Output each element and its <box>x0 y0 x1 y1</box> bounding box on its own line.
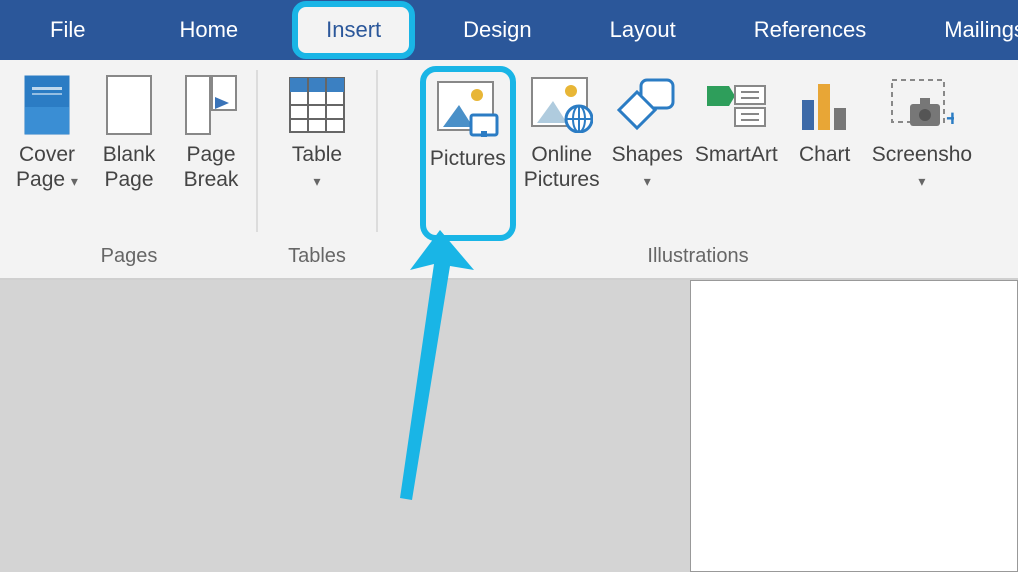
chevron-down-icon: ▾ <box>313 173 320 189</box>
table-label: Table▾ <box>292 142 342 192</box>
group-pages-label: Pages <box>101 241 158 274</box>
online-pictures-label: Online Pictures <box>524 142 600 192</box>
svg-text:+: + <box>946 106 954 131</box>
screenshot-button[interactable]: + Screensho▾ <box>866 66 978 241</box>
tab-file[interactable]: File <box>26 5 109 55</box>
blank-page-icon <box>94 70 164 140</box>
pictures-label: Pictures <box>430 146 506 171</box>
cover-page-button[interactable]: Cover Page ▾ <box>6 66 88 241</box>
tab-home[interactable]: Home <box>155 5 262 55</box>
cover-page-label: Cover Page ▾ <box>16 142 78 192</box>
table-icon <box>282 70 352 140</box>
screenshot-label: Screensho▾ <box>872 142 972 192</box>
online-pictures-button[interactable]: Online Pictures <box>518 66 606 241</box>
ribbon: Cover Page ▾ Blank Page Page Break Pages <box>0 60 1018 280</box>
page-break-label: Page Break <box>184 142 239 192</box>
pictures-icon <box>433 74 503 144</box>
group-tables: Table▾ Tables <box>258 60 376 278</box>
page-break-button[interactable]: Page Break <box>170 66 252 241</box>
chevron-down-icon: ▾ <box>71 173 78 189</box>
tab-insert[interactable]: Insert <box>292 1 415 59</box>
tab-references[interactable]: References <box>730 5 891 55</box>
shapes-icon <box>612 70 682 140</box>
group-pages: Cover Page ▾ Blank Page Page Break Pages <box>0 60 256 278</box>
table-button[interactable]: Table▾ <box>262 66 372 241</box>
online-pictures-icon <box>527 70 597 140</box>
tab-design[interactable]: Design <box>439 5 555 55</box>
pictures-button[interactable]: Pictures <box>420 66 516 241</box>
document-canvas[interactable] <box>690 280 1018 572</box>
page-break-icon <box>176 70 246 140</box>
shapes-button[interactable]: Shapes▾ <box>606 66 689 241</box>
tab-layout[interactable]: Layout <box>586 5 700 55</box>
shapes-label: Shapes▾ <box>612 142 683 192</box>
group-illustrations: Pictures Online Pictures Shapes▾ SmartAr… <box>378 60 1018 278</box>
chart-button[interactable]: Chart <box>784 66 866 241</box>
blank-page-label: Blank Page <box>103 142 156 192</box>
chart-icon <box>790 70 860 140</box>
chart-label: Chart <box>799 142 850 167</box>
blank-page-button[interactable]: Blank Page <box>88 66 170 241</box>
group-tables-label: Tables <box>288 241 346 274</box>
smartart-label: SmartArt <box>695 142 778 167</box>
ribbon-tabs: File Home Insert Design Layout Reference… <box>0 0 1018 60</box>
smartart-icon <box>701 70 771 140</box>
tab-mailings[interactable]: Mailings <box>920 5 1018 55</box>
screenshot-icon: + <box>887 70 957 140</box>
chevron-down-icon: ▾ <box>918 173 925 189</box>
cover-page-icon <box>12 70 82 140</box>
group-illustrations-label: Illustrations <box>647 241 748 274</box>
smartart-button[interactable]: SmartArt <box>689 66 784 241</box>
chevron-down-icon: ▾ <box>644 173 651 189</box>
